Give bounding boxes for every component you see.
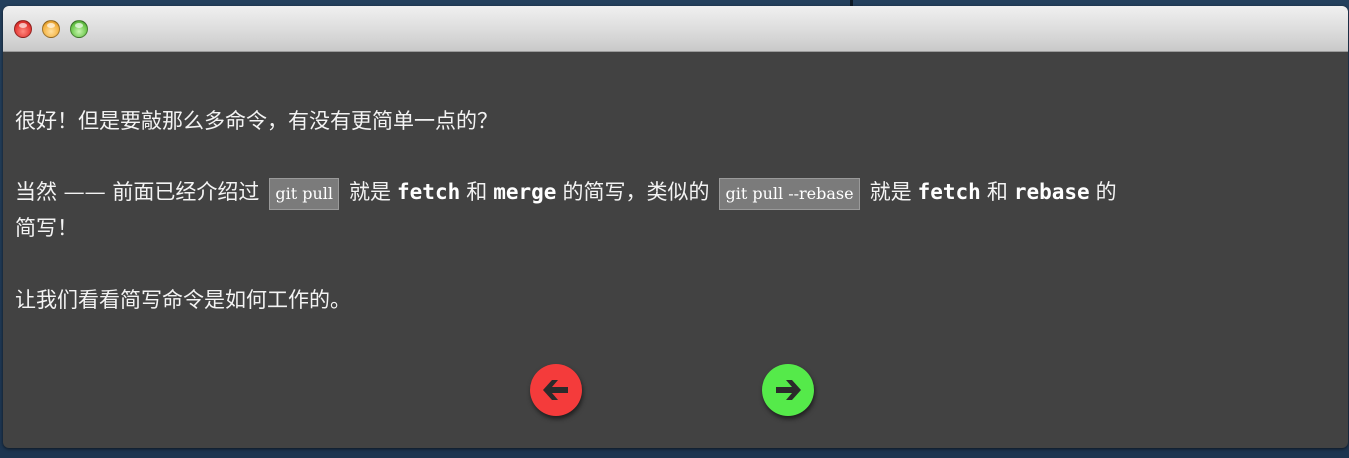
dialog-window: 很好！但是要敲那么多命令，有没有更简单一点的？ 当然 —— 前面已经介绍过 git… — [3, 6, 1348, 448]
window-titlebar[interactable] — [3, 6, 1348, 52]
paragraph-3: 让我们看看简写命令是如何工作的。 — [15, 288, 351, 312]
paragraph-2-text-5: 就是 — [869, 180, 912, 204]
close-window-button[interactable] — [14, 20, 32, 38]
maximize-window-button[interactable] — [70, 20, 88, 38]
keyword-fetch-2: fetch — [917, 180, 981, 204]
code-git-pull-rebase: git pull --rebase — [719, 177, 860, 210]
paragraph-2-line-2: 简写！ — [15, 216, 78, 240]
arrow-left-circle-icon — [543, 380, 568, 400]
paragraph-1: 很好！但是要敲那么多命令，有没有更简单一点的？ — [15, 109, 498, 133]
paragraph-2-text-7: 的 — [1095, 180, 1117, 204]
paragraph-2-text-1: 当然 —— 前面已经介绍过 — [15, 180, 260, 204]
next-button[interactable] — [762, 364, 814, 416]
paragraph-2-text-4: 的简写，类似的 — [562, 180, 710, 204]
paragraph-2-text-6: 和 — [986, 180, 1008, 204]
keyword-rebase: rebase — [1013, 180, 1090, 204]
desktop-background: 很好！但是要敲那么多命令，有没有更简单一点的？ 当然 —— 前面已经介绍过 git… — [0, 0, 1349, 458]
code-git-pull: git pull — [269, 177, 340, 210]
paragraph-2-line-1: 当然 —— 前面已经介绍过 git pull 就是 fetch 和 merge 的简写，类似… — [15, 174, 1328, 210]
keyword-fetch-1: fetch — [397, 180, 461, 204]
paragraph-2-text-2: 就是 — [349, 180, 392, 204]
minimize-window-button[interactable] — [42, 20, 60, 38]
previous-button[interactable] — [530, 364, 582, 416]
keyword-merge: merge — [493, 180, 557, 204]
arrow-right-circle-icon — [776, 380, 801, 400]
paragraph-2-text-3: 和 — [466, 180, 488, 204]
